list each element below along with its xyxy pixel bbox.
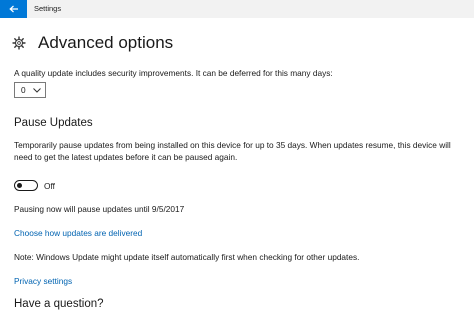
- defer-days-value: 0: [21, 85, 26, 95]
- quality-update-description: A quality update includes security impro…: [14, 68, 333, 78]
- toggle-state-label: Off: [44, 181, 55, 191]
- app-title: Settings: [34, 4, 62, 13]
- pause-description-line1: Temporarily pause updates from being ins…: [14, 140, 451, 150]
- defer-days-dropdown[interactable]: 0: [14, 82, 46, 98]
- have-a-question-heading: Have a question?: [14, 298, 104, 310]
- back-button[interactable]: [0, 0, 27, 18]
- pause-until-text: Pausing now will pause updates until 9/5…: [14, 204, 185, 214]
- pause-updates-toggle[interactable]: [14, 180, 38, 191]
- pause-updates-heading: Pause Updates: [14, 117, 93, 129]
- title-bar: Settings: [0, 0, 474, 18]
- chevron-down-icon: [33, 87, 41, 93]
- page-header: Advanced options: [12, 33, 173, 53]
- windows-update-note: Note: Windows Update might update itself…: [14, 252, 360, 262]
- page-title: Advanced options: [38, 33, 174, 52]
- toggle-knob: [17, 182, 22, 188]
- gear-icon: [12, 36, 26, 50]
- privacy-settings-link[interactable]: Privacy settings: [14, 275, 72, 287]
- choose-delivery-link[interactable]: Choose how updates are delivered: [14, 227, 142, 239]
- pause-description-line2: need to get the latest updates before it…: [14, 152, 238, 162]
- back-arrow-icon: [8, 5, 18, 13]
